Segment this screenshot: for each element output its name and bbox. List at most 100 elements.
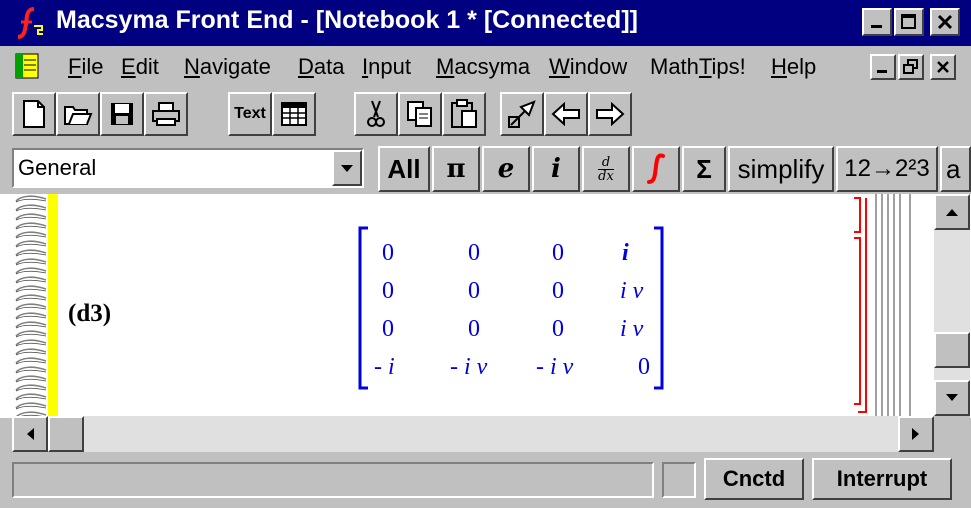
notebook-document-icon[interactable] bbox=[14, 52, 40, 80]
horizontal-scroll-thumb[interactable] bbox=[48, 416, 84, 452]
connected-status-button[interactable]: Cnctd bbox=[704, 458, 804, 500]
menu-macsyma[interactable]: Macsyma bbox=[436, 54, 530, 80]
arrow-right-icon bbox=[912, 428, 919, 440]
printer-icon bbox=[152, 102, 180, 126]
spiral-binding-icon bbox=[12, 194, 48, 418]
matrix-cell: i v bbox=[620, 278, 644, 304]
macsyma-logo-icon[interactable] bbox=[12, 6, 46, 40]
menu-edit[interactable]: Edit bbox=[121, 54, 159, 80]
scissors-icon bbox=[367, 100, 385, 127]
menu-window[interactable]: Window bbox=[549, 54, 627, 80]
minimize-button[interactable] bbox=[862, 8, 892, 36]
matrix-cell: i bbox=[622, 240, 629, 266]
all-button[interactable]: All bbox=[378, 146, 430, 192]
paste-button[interactable] bbox=[442, 92, 486, 136]
forward-button[interactable] bbox=[588, 92, 632, 136]
integrate-button[interactable] bbox=[632, 146, 680, 192]
mdi-minimize-button[interactable] bbox=[870, 54, 896, 80]
copy-button[interactable] bbox=[398, 92, 442, 136]
jump-button[interactable] bbox=[500, 92, 544, 136]
more-palette-button[interactable]: a bbox=[940, 146, 971, 192]
matrix-cell: - i v bbox=[536, 354, 574, 380]
vertical-scrollbar[interactable] bbox=[934, 194, 970, 418]
matrix-cell: 0 bbox=[468, 278, 480, 304]
output-matrix[interactable]: 0 0 0 i 0 0 0 i v 0 0 0 i v - i - i v - … bbox=[358, 226, 668, 390]
matrix-cell: 0 bbox=[638, 354, 650, 380]
vertical-scroll-thumb[interactable] bbox=[934, 332, 970, 368]
interrupt-button[interactable]: Interrupt bbox=[812, 458, 952, 500]
menu-help[interactable]: Help bbox=[771, 54, 816, 80]
matrix-cell: 0 bbox=[382, 278, 394, 304]
matrix-cell: 0 bbox=[552, 316, 564, 342]
back-button[interactable] bbox=[544, 92, 588, 136]
output-label: (d3) bbox=[68, 300, 112, 327]
close-icon bbox=[937, 14, 953, 30]
menu-mathtips[interactable]: MathTips! bbox=[650, 54, 746, 80]
toolbar: Text bbox=[0, 86, 971, 142]
maximize-button[interactable] bbox=[894, 8, 924, 36]
expand-button[interactable]: 12→2²3 bbox=[836, 146, 938, 192]
title-bar[interactable]: Macsyma Front End - [Notebook 1 * [Conne… bbox=[0, 0, 971, 46]
window-title: Macsyma Front End - [Notebook 1 * [Conne… bbox=[56, 6, 638, 34]
scroll-right-button[interactable] bbox=[898, 416, 934, 452]
derivative-button[interactable]: d dx bbox=[582, 146, 630, 192]
cell-brackets[interactable] bbox=[840, 194, 934, 416]
notebook-margin-strip bbox=[48, 194, 58, 418]
status-bar: Cnctd Interrupt bbox=[0, 452, 971, 508]
close-button[interactable] bbox=[930, 8, 960, 36]
mode-dropdown[interactable]: General bbox=[12, 148, 364, 188]
notebook-spiral-binding bbox=[12, 194, 48, 418]
mode-dropdown-value: General bbox=[18, 155, 97, 180]
save-disk-icon bbox=[111, 103, 133, 125]
dropdown-arrow-button[interactable] bbox=[332, 150, 362, 186]
spreadsheet-button[interactable] bbox=[272, 92, 316, 136]
spreadsheet-icon bbox=[281, 102, 307, 126]
arrow-left-icon bbox=[551, 102, 580, 126]
cut-button[interactable] bbox=[354, 92, 398, 136]
horizontal-scrollbar[interactable] bbox=[12, 416, 934, 452]
chevron-down-icon bbox=[341, 165, 353, 172]
scroll-left-button[interactable] bbox=[12, 416, 48, 452]
new-file-button[interactable] bbox=[12, 92, 56, 136]
minimize-icon bbox=[877, 70, 887, 73]
menu-data[interactable]: Data bbox=[298, 54, 344, 80]
matrix-cell: - i v bbox=[450, 354, 488, 380]
open-file-button[interactable] bbox=[56, 92, 100, 136]
print-button[interactable] bbox=[144, 92, 188, 136]
mdi-close-button[interactable] bbox=[930, 54, 956, 80]
restore-icon bbox=[903, 59, 918, 74]
matrix-cell: 0 bbox=[468, 316, 480, 342]
text-cell-button[interactable]: Text bbox=[228, 92, 272, 136]
scrollbar-corner bbox=[934, 416, 970, 452]
maximize-icon bbox=[901, 14, 916, 29]
matrix-cell: 0 bbox=[552, 240, 564, 266]
menu-bar: File Edit Navigate Data Input Macsyma Wi… bbox=[0, 46, 971, 86]
menu-file[interactable]: File bbox=[68, 54, 103, 80]
save-button[interactable] bbox=[100, 92, 144, 136]
matrix-cell: 0 bbox=[382, 316, 394, 342]
scroll-up-button[interactable] bbox=[934, 194, 970, 230]
matrix-cell: - i bbox=[374, 354, 395, 380]
e-button[interactable]: e bbox=[482, 146, 530, 192]
mdi-restore-button[interactable] bbox=[898, 54, 924, 80]
arrow-right-icon bbox=[596, 102, 625, 126]
pi-button[interactable]: π bbox=[432, 146, 480, 192]
close-icon bbox=[937, 61, 949, 73]
open-folder-icon bbox=[64, 106, 93, 125]
matrix-cell: 0 bbox=[382, 240, 394, 266]
matrix-cell: i v bbox=[620, 316, 644, 342]
integral-icon bbox=[647, 153, 665, 184]
simplify-button[interactable]: simplify bbox=[728, 146, 834, 192]
copy-icon bbox=[407, 101, 432, 127]
minimize-icon bbox=[871, 25, 882, 28]
menu-navigate[interactable]: Navigate bbox=[184, 54, 271, 80]
menu-input[interactable]: Input bbox=[362, 54, 411, 80]
matrix-cell: 0 bbox=[552, 278, 564, 304]
status-message-panel bbox=[12, 462, 654, 498]
paste-clipboard-icon bbox=[451, 99, 477, 128]
sum-button[interactable]: Σ bbox=[682, 146, 726, 192]
imaginary-i-button[interactable]: i bbox=[532, 146, 580, 192]
scroll-down-button[interactable] bbox=[934, 380, 970, 416]
arrow-down-icon bbox=[946, 394, 958, 401]
arrow-left-icon bbox=[27, 428, 34, 440]
